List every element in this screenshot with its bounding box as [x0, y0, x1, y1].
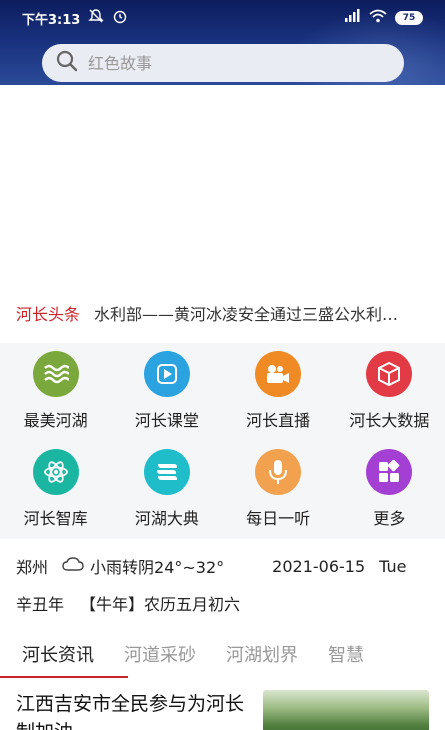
mute-icon [88, 8, 105, 28]
microphone-icon [255, 449, 302, 495]
news-thumbnail [263, 690, 429, 730]
grid-item-most-beautiful-rivers[interactable]: 最美河湖 [0, 343, 111, 441]
waves-icon [32, 351, 79, 397]
grid-label: 每日一听 [246, 509, 311, 528]
book-icon [143, 449, 190, 495]
weather-weekday: Tue [379, 556, 407, 576]
tab-boundary[interactable]: 河湖划界 [226, 641, 298, 667]
grid-item-river-chief-class[interactable]: 河长课堂 [111, 343, 222, 441]
weather-date: 2021-06-15 [272, 556, 366, 576]
grid-label: 河湖大典 [134, 509, 199, 528]
tab-smart[interactable]: 智慧 [328, 641, 364, 667]
grid-label: 河长课堂 [134, 411, 199, 430]
weather-city: 郑州 [16, 558, 49, 577]
grid-label: 更多 [373, 509, 406, 528]
grid-item-big-data[interactable]: 河长大数据 [334, 343, 445, 441]
grid-item-daily-listen[interactable]: 每日一听 [223, 441, 334, 539]
cloud-icon [62, 556, 84, 576]
grid-item-think-tank[interactable]: 河长智库 [0, 441, 111, 539]
weather-condition: 小雨转阴24°~32° [90, 558, 225, 577]
lunar-year: 辛丑年 [16, 595, 65, 614]
apps-icon [366, 449, 413, 495]
video-camera-icon [255, 351, 302, 397]
tab-river-chief-news[interactable]: 河长资讯 [22, 641, 94, 667]
search-bar[interactable] [42, 44, 404, 82]
atom-icon [32, 449, 79, 495]
news-tabs: 河长资讯 河道采砂 河湖划界 智慧 [0, 630, 445, 678]
cube-icon [366, 351, 413, 397]
news-item[interactable]: 江西吉安市全民参与为河长制加油 [0, 686, 445, 730]
search-icon [56, 50, 78, 76]
headline-tag: 河长头条 [16, 305, 81, 324]
grid-label: 河长直播 [246, 411, 311, 430]
grid-label: 河长大数据 [349, 411, 430, 430]
status-bar: 下午3:13 75 [0, 0, 445, 36]
active-tab-indicator [0, 676, 128, 678]
play-icon [143, 351, 190, 397]
banner-area[interactable] [0, 85, 445, 295]
lunar-date: 【牛年】农历五月初六 [80, 595, 241, 614]
headline-text[interactable]: 水利部——黄河冰凌安全通过三盛公水利… [94, 301, 414, 325]
status-time: 下午3:13 [22, 12, 81, 28]
grid-label: 最美河湖 [23, 411, 88, 430]
grid-item-encyclopedia[interactable]: 河湖大典 [111, 441, 222, 539]
grid-item-live[interactable]: 河长直播 [223, 343, 334, 441]
headline-row[interactable]: 河长头条 水利部——黄河冰凌安全通过三盛公水利… [0, 295, 445, 331]
battery-indicator: 75 [395, 11, 423, 25]
search-input[interactable] [88, 53, 368, 73]
feature-grid: 最美河湖 河长课堂 河长直播 河长大数据 河长智库 河湖大典 每日一听 更多 [0, 343, 445, 539]
tab-sand-mining[interactable]: 河道采砂 [124, 641, 196, 667]
grid-item-more[interactable]: 更多 [334, 441, 445, 539]
wifi-icon [369, 9, 387, 27]
signal-icon [343, 9, 361, 27]
app-header: 下午3:13 75 [0, 0, 445, 85]
news-title: 江西吉安市全民参与为河长制加油 [16, 693, 245, 730]
lunar-row: 辛丑年 【牛年】农历五月初六 [0, 586, 445, 620]
grid-label: 河长智库 [23, 509, 88, 528]
weather-row: 郑州 小雨转阴24°~32° 2021-06-15 Tue [0, 548, 445, 584]
alarm-icon [112, 8, 128, 28]
